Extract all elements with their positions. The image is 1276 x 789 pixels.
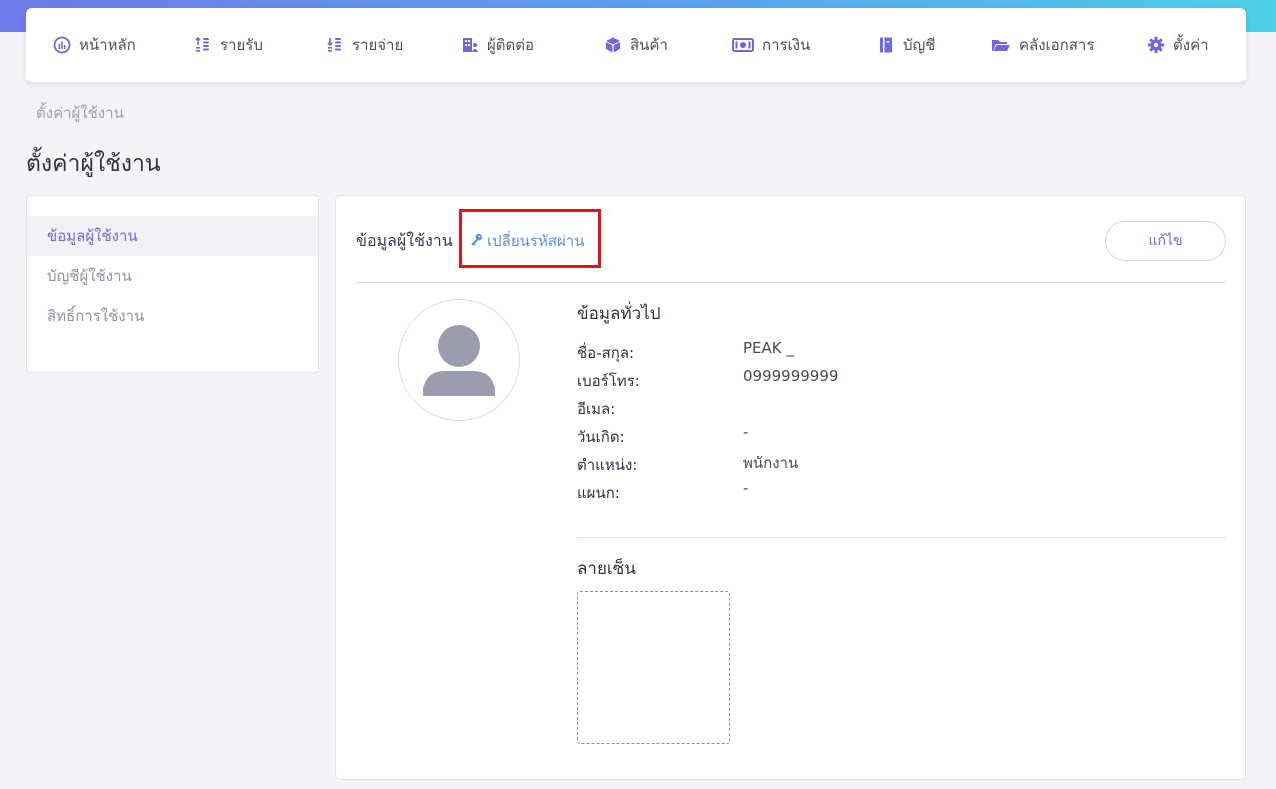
- field-value-birthdate: -: [743, 423, 749, 441]
- nav-item-documents[interactable]: คลังเอกสาร: [991, 33, 1094, 57]
- nav-label: การเงิน: [762, 36, 811, 54]
- nav-item-income[interactable]: รายรับ: [194, 33, 263, 57]
- avatar: [398, 299, 520, 421]
- signature-box[interactable]: [577, 591, 730, 744]
- dashboard-gauge-icon: [53, 36, 71, 54]
- field-value-department: -: [743, 479, 749, 497]
- sidebar-item-user-info[interactable]: ข้อมูลผู้ใช้งาน: [27, 216, 318, 256]
- field-label-birthdate: วันเกิด:: [577, 428, 625, 446]
- field-label-phone: เบอร์โทร:: [577, 372, 640, 390]
- field-value-phone: 0999999999: [743, 367, 839, 385]
- field-label-department: แผนก:: [577, 484, 620, 502]
- ledger-book-icon: [877, 36, 895, 54]
- nav-label: หน้าหลัก: [79, 36, 136, 54]
- nav-item-home[interactable]: หน้าหลัก: [53, 33, 136, 57]
- field-label-email: อีเมล:: [577, 400, 616, 418]
- settings-sidebar: ข้อมูลผู้ใช้งาน บัญชีผู้ใช้งาน สิทธิ์การ…: [26, 195, 319, 373]
- nav-item-accounting[interactable]: บัญชี: [877, 33, 935, 57]
- income-coins-icon: [194, 36, 212, 54]
- nav-item-expense[interactable]: รายจ่าย: [326, 33, 403, 57]
- page-title: ตั้งค่าผู้ใช้งาน: [26, 151, 161, 177]
- key-icon: [470, 232, 483, 250]
- change-password-label: เปลี่ยนรหัสผ่าน: [487, 232, 585, 250]
- change-password-link[interactable]: เปลี่ยนรหัสผ่าน: [470, 229, 584, 253]
- edit-button[interactable]: แก้ไข: [1105, 221, 1226, 261]
- main-navbar: หน้าหลัก รายรับ รายจ่าย ผู้ติดต่อ สินค้า…: [26, 8, 1246, 82]
- product-box-icon: [604, 36, 622, 54]
- signature-divider: [577, 537, 1226, 538]
- signature-heading: ลายเซ็น: [577, 559, 636, 579]
- user-silhouette-icon: [423, 325, 495, 397]
- gear-icon: [1147, 36, 1165, 54]
- sidebar-item-permissions[interactable]: สิทธิ์การใช้งาน: [27, 296, 318, 336]
- general-info-heading: ข้อมูลทั่วไป: [577, 304, 661, 324]
- nav-label: ตั้งค่า: [1173, 36, 1209, 54]
- nav-item-products[interactable]: สินค้า: [604, 33, 668, 57]
- money-bill-icon: [732, 36, 754, 54]
- folder-open-icon: [991, 36, 1011, 54]
- nav-label: ผู้ติดต่อ: [487, 36, 535, 54]
- nav-label: คลังเอกสาร: [1019, 36, 1095, 54]
- field-label-name: ชื่อ-สกุล:: [577, 344, 635, 362]
- nav-item-finance[interactable]: การเงิน: [732, 33, 810, 57]
- sidebar-item-user-account[interactable]: บัญชีผู้ใช้งาน: [27, 256, 318, 296]
- field-label-position: ตำแหน่ง:: [577, 456, 638, 474]
- section-title: ข้อมูลผู้ใช้งาน: [356, 231, 453, 250]
- nav-label: บัญชี: [903, 36, 936, 54]
- nav-label: รายรับ: [220, 36, 263, 54]
- user-info-panel: ข้อมูลผู้ใช้งาน เปลี่ยนรหัสผ่าน แก้ไข ข้…: [335, 195, 1246, 780]
- breadcrumb[interactable]: ตั้งค่าผู้ใช้งาน: [36, 101, 124, 125]
- nav-label: สินค้า: [630, 36, 668, 54]
- nav-item-contacts[interactable]: ผู้ติดต่อ: [461, 33, 534, 57]
- field-value-name: PEAK _: [743, 339, 794, 357]
- contacts-building-icon: [461, 36, 479, 54]
- nav-label: รายจ่าย: [352, 36, 404, 54]
- expense-coins-icon: [326, 36, 344, 54]
- header-divider: [356, 282, 1226, 283]
- nav-item-settings[interactable]: ตั้งค่า: [1147, 33, 1209, 57]
- field-value-position: พนักงาน: [743, 454, 799, 472]
